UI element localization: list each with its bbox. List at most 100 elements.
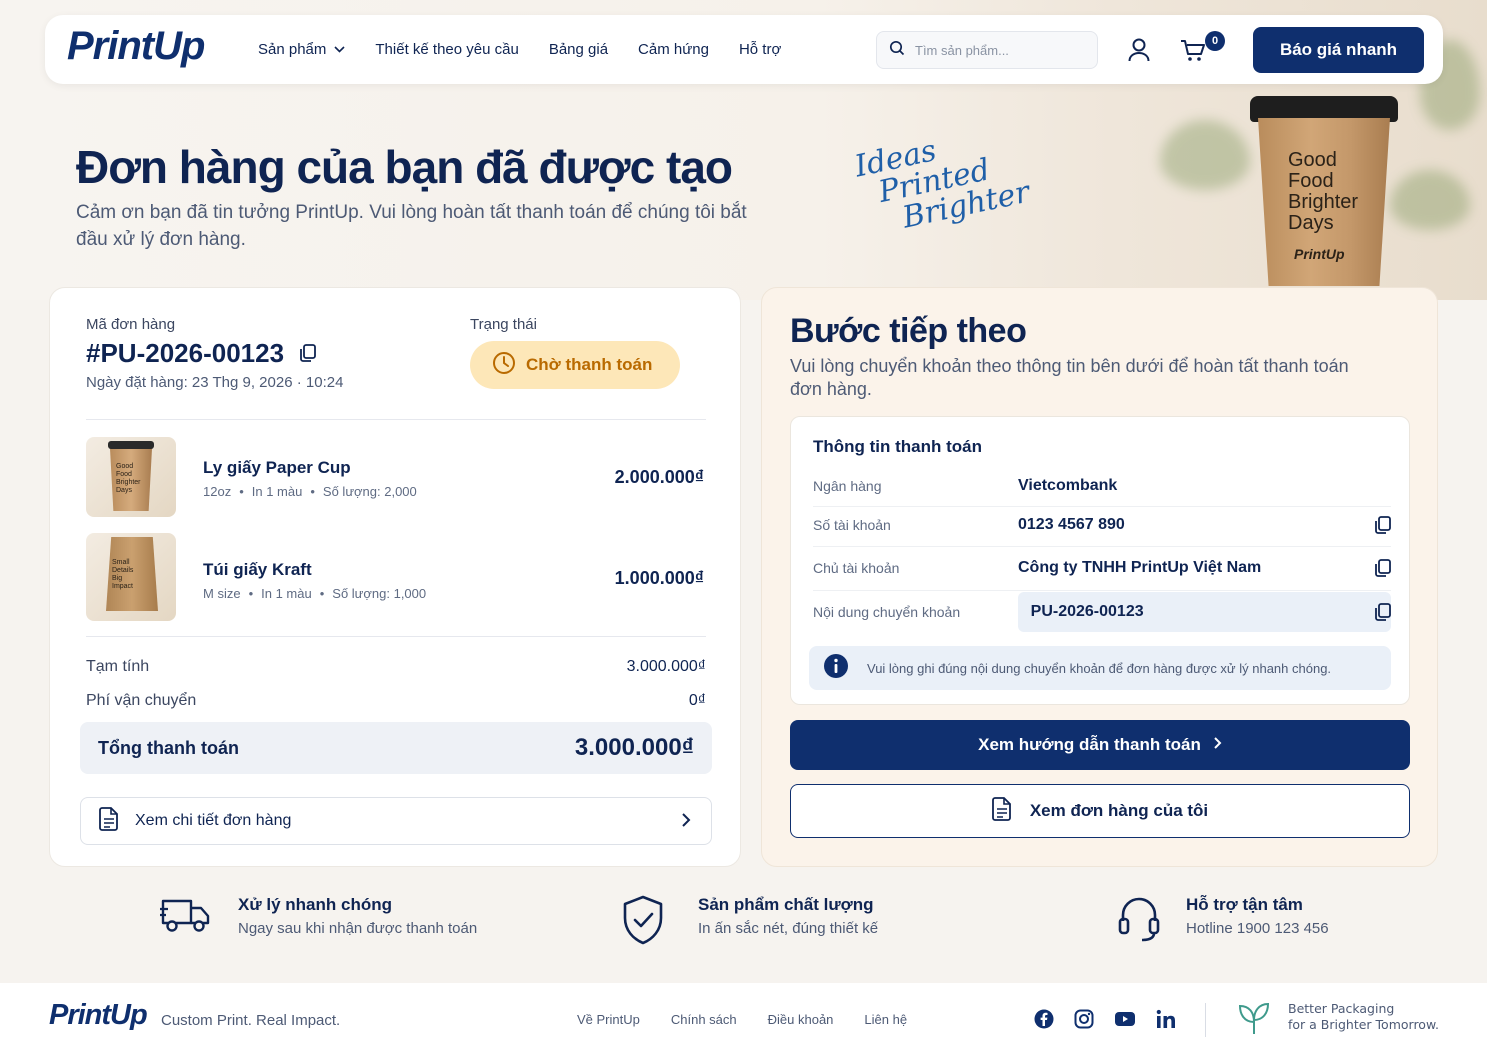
next-step-title: Bước tiếp theo [790, 312, 1027, 350]
search-icon [889, 40, 905, 61]
copy-icon[interactable] [300, 338, 316, 369]
cup-lid-shape [108, 441, 154, 449]
status-badge: Chờ thanh toán [470, 341, 680, 389]
plant-decoration [1390, 170, 1470, 230]
account-holder-row: Chủ tài khoản Công ty TNHH PrintUp Việt … [813, 548, 1391, 588]
feature-desc: In ấn sắc nét, đúng thiết kế [698, 920, 879, 937]
account-number-value: 0123 4567 890 [1018, 516, 1125, 533]
feature-text: Sản phẩm chất lượng In ấn sắc nét, đúng … [698, 895, 878, 950]
item-name: Ly giấy Paper Cup [203, 458, 351, 477]
order-date: Ngày đặt hàng: 23 Thg 9, 2026 · 10:24 [86, 374, 344, 391]
order-id: #PU-2026-00123 [86, 338, 316, 369]
plant-decoration [1160, 120, 1250, 190]
transfer-note: Vui lòng ghi đúng nội dung chuyển khoản … [809, 646, 1391, 690]
thumb-print-text: Small Details Big Impact [112, 559, 134, 590]
footer-link-terms[interactable]: Điều khoản [768, 1012, 834, 1027]
product-thumbnail-cup: Good Food Brighter Days [86, 437, 176, 517]
cup-text-line: Brighter [1288, 191, 1359, 213]
facebook-icon[interactable] [1034, 1009, 1054, 1029]
item-name: Túi giấy Kraft [203, 560, 312, 579]
document-icon [99, 806, 119, 836]
search-input[interactable] [915, 42, 1085, 58]
copy-icon[interactable] [1375, 559, 1391, 582]
order-summary-card: Mã đơn hàng #PU-2026-00123 Ngày đặt hàng… [49, 287, 741, 867]
truck-icon [160, 895, 212, 940]
product-thumbnail-bag: Small Details Big Impact [86, 533, 176, 621]
divider [813, 546, 1391, 547]
feature-title: Sản phẩm chất lượng [698, 895, 874, 914]
feature-quality-products: Sản phẩm chất lượng In ấn sắc nét, đúng … [622, 895, 878, 950]
footer-link-about[interactable]: Về PrintUp [577, 1012, 640, 1027]
view-order-detail-label: Xem chi tiết đơn hàng [135, 812, 292, 829]
item-meta-quantity: Số lượng: 1,000 [332, 586, 427, 601]
shipping-value: 0₫ [688, 692, 706, 709]
feature-title: Hỗ trợ tận tâm [1186, 895, 1303, 914]
payment-info-title: Thông tin thanh toán [813, 437, 983, 456]
footer: PrintUp Custom Print. Real Impact. Về Pr… [0, 983, 1487, 1058]
info-icon [823, 653, 849, 684]
item-meta-print: In 1 màu [251, 484, 303, 499]
status-text: Chờ thanh toán [526, 355, 653, 374]
menu-item-support[interactable]: Hỗ trợ [739, 41, 781, 58]
menu-item-inspiration[interactable]: Cảm hứng [638, 41, 709, 58]
cup-brand: PrintUp [1294, 246, 1345, 262]
youtube-icon[interactable] [1114, 1009, 1136, 1029]
user-account-icon[interactable] [1128, 38, 1150, 67]
payment-guide-button[interactable]: Xem hướng dẫn thanh toán [790, 720, 1410, 770]
total-value: 3.000.000₫ [574, 734, 694, 761]
menu-item-pricing[interactable]: Bảng giá [549, 41, 608, 58]
item-price: 2.000.000₫ [614, 467, 704, 487]
cart-icon[interactable] [1180, 39, 1206, 68]
instagram-icon[interactable] [1074, 1009, 1094, 1029]
eco-slogan-line: Better Packaging [1288, 1001, 1395, 1016]
footer-link-policy[interactable]: Chính sách [671, 1012, 737, 1027]
menu-item-label: Sản phẩm [258, 41, 327, 58]
clock-icon [492, 351, 516, 380]
total-row: Tổng thanh toán 3.000.000₫ [80, 722, 712, 774]
my-orders-button[interactable]: Xem đơn hàng của tôi [790, 784, 1410, 838]
quick-quote-button[interactable]: Báo giá nhanh [1253, 27, 1424, 73]
copy-icon[interactable] [1375, 516, 1391, 539]
menu-item-products[interactable]: Sản phẩm [258, 41, 345, 58]
item-meta: M size • In 1 màu • Số lượng: 1,000 [203, 586, 427, 601]
social-links [1034, 1009, 1196, 1029]
account-number-label: Số tài khoản [813, 517, 891, 533]
linkedin-icon[interactable] [1156, 1009, 1176, 1029]
account-holder-value: Công ty TNHH PrintUp Việt Nam [1018, 559, 1262, 576]
feature-dedicated-support: Hỗ trợ tận tâm Hotline 1900 123 456 [1118, 895, 1329, 948]
menu-item-custom-design[interactable]: Thiết kế theo yêu cầu [375, 41, 518, 58]
view-order-detail-button[interactable]: Xem chi tiết đơn hàng [80, 797, 712, 845]
document-icon [991, 796, 1012, 826]
footer-link-contact[interactable]: Liên hệ [864, 1012, 907, 1027]
brand-logo[interactable]: PrintUp [67, 24, 205, 69]
page-subtitle: Cảm ơn bạn đã tin tưởng PrintUp. Vui lòn… [76, 202, 747, 250]
transfer-content-row: Nội dung chuyển khoản PU-2026-00123 [813, 592, 1391, 632]
copy-icon[interactable] [1375, 603, 1391, 626]
transfer-content-label: Nội dung chuyển khoản [813, 604, 961, 620]
headset-icon [1118, 895, 1160, 948]
item-meta-size: 12oz [203, 484, 232, 499]
order-id-value: #PU-2026-00123 [86, 338, 285, 368]
subtotal-label: Tạm tính [86, 658, 150, 675]
page-title: Đơn hàng của bạn đã được tạo [76, 141, 733, 193]
item-meta: 12oz • In 1 màu • Số lượng: 2,000 [203, 484, 417, 499]
cup-text-line: Food [1288, 170, 1334, 192]
divider [86, 419, 706, 420]
bank-row: Ngân hàng Vietcombank [813, 466, 1391, 506]
shield-check-icon [622, 895, 664, 950]
my-orders-label: Xem đơn hàng của tôi [1029, 801, 1209, 820]
account-number-row: Số tài khoản 0123 4567 890 [813, 505, 1391, 545]
chevron-right-icon [681, 812, 691, 833]
footer-logo[interactable]: PrintUp [49, 999, 148, 1032]
feature-text: Xử lý nhanh chóng Ngay sau khi nhận được… [238, 895, 477, 940]
chevron-right-icon [1213, 735, 1222, 755]
payment-info-box: Thông tin thanh toán Ngân hàng Vietcomba… [790, 416, 1410, 705]
transfer-content-value: PU-2026-00123 [1017, 592, 1391, 632]
bank-label: Ngân hàng [813, 478, 882, 494]
shipping-row: Phí vận chuyển 0₫ [86, 692, 706, 710]
feature-desc: Ngay sau khi nhận được thanh toán [238, 920, 478, 937]
main-menu: Sản phẩm Thiết kế theo yêu cầu Bảng giá … [258, 15, 811, 84]
cup-text-line: Days [1288, 212, 1334, 234]
footer-tagline: Custom Print. Real Impact. [161, 1012, 341, 1029]
total-label: Tổng thanh toán [98, 737, 239, 758]
